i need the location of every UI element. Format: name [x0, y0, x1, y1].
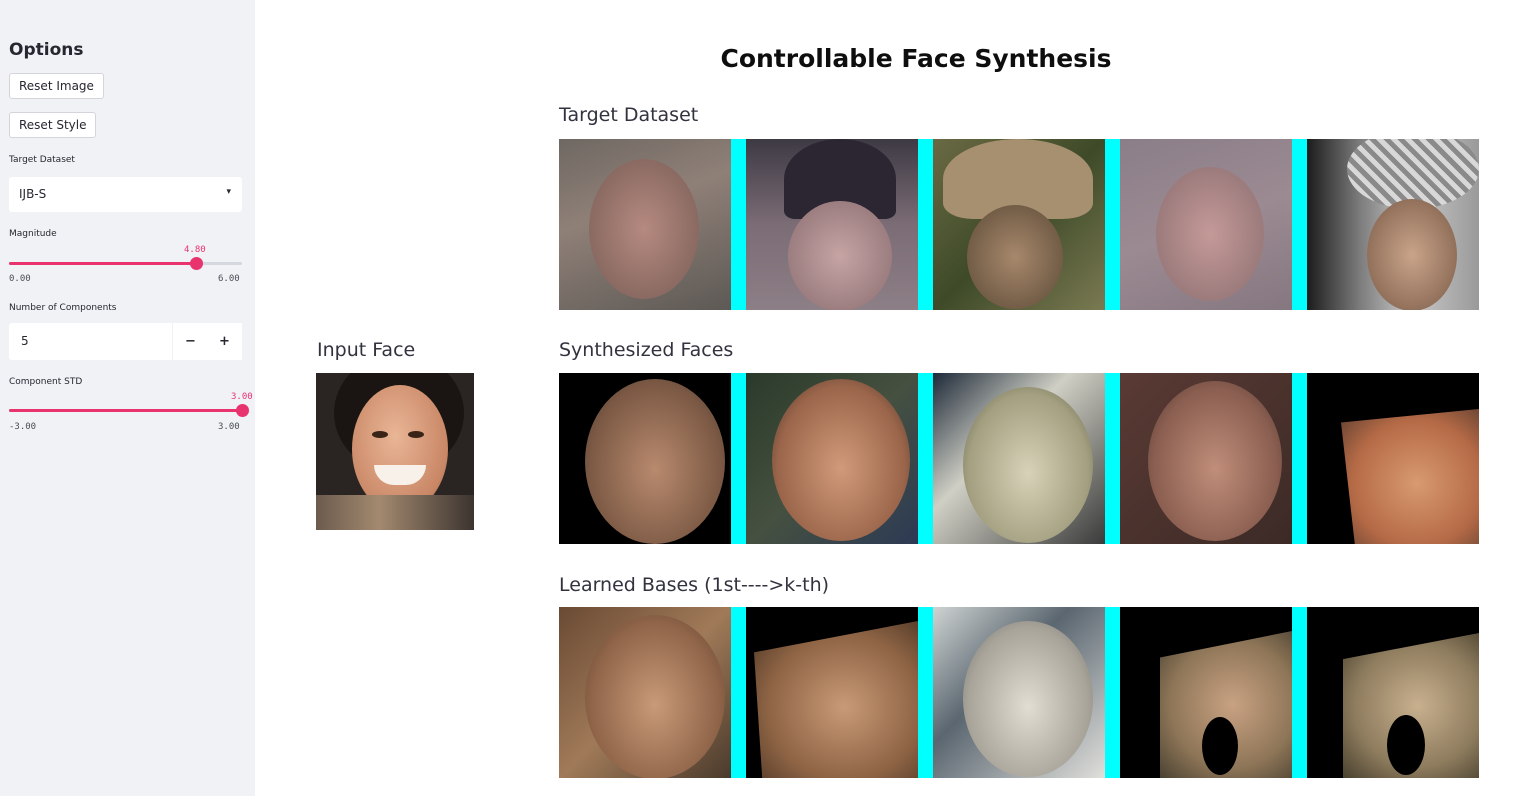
reset-image-button[interactable]: Reset Image — [9, 73, 104, 99]
learned-bases-heading: Learned Bases (1st---->k-th) — [559, 574, 830, 596]
basis-image-2 — [746, 607, 918, 778]
synth-image-1 — [559, 373, 731, 544]
component-std-min: -3.00 — [9, 422, 37, 432]
synth-image-2 — [746, 373, 918, 544]
target-dataset-value: IJB-S — [19, 187, 47, 201]
separator — [918, 139, 933, 310]
magnitude-value: 4.80 — [184, 245, 206, 255]
synthesized-faces-strip — [559, 373, 1482, 544]
input-face-label: Input Face — [317, 339, 416, 361]
magnitude-label: Magnitude — [9, 229, 57, 239]
synth-image-4 — [1120, 373, 1292, 544]
chevron-down-icon: ▾ — [226, 187, 231, 197]
num-components-stepper: 5 − + — [9, 323, 242, 360]
basis-image-4 — [1120, 607, 1292, 778]
separator — [1292, 607, 1307, 778]
separator — [731, 607, 746, 778]
target-dataset-strip — [559, 139, 1482, 310]
sidebar-title: Options — [9, 40, 84, 60]
magnitude-min: 0.00 — [9, 274, 31, 284]
magnitude-slider-thumb[interactable] — [190, 257, 203, 270]
decrement-button[interactable]: − — [173, 323, 208, 360]
sidebar: Options Reset Image Reset Style Target D… — [0, 0, 255, 796]
input-face-image — [316, 373, 474, 530]
learned-bases-strip — [559, 607, 1482, 778]
num-components-value: 5 — [21, 334, 29, 348]
num-components-label: Number of Components — [9, 303, 117, 313]
target-image-1 — [559, 139, 731, 310]
synthesized-faces-heading: Synthesized Faces — [559, 339, 734, 361]
target-dataset-label: Target Dataset — [9, 155, 75, 165]
component-std-slider-thumb[interactable] — [236, 404, 249, 417]
separator — [918, 373, 933, 544]
separator — [1105, 373, 1120, 544]
target-dataset-select[interactable]: IJB-S ▾ — [9, 177, 242, 212]
component-std-max: 3.00 — [218, 422, 240, 432]
page-title: Controllable Face Synthesis — [720, 44, 1112, 73]
separator — [731, 139, 746, 310]
basis-image-1 — [559, 607, 731, 778]
magnitude-slider[interactable] — [9, 257, 242, 270]
magnitude-slider-fill — [9, 262, 196, 265]
synth-image-3 — [933, 373, 1105, 544]
num-components-input[interactable]: 5 — [9, 323, 172, 360]
target-image-5 — [1307, 139, 1479, 310]
synth-image-5 — [1307, 373, 1479, 544]
component-std-slider-fill — [9, 409, 242, 412]
separator — [918, 607, 933, 778]
component-std-value: 3.00 — [231, 392, 253, 402]
separator — [1105, 607, 1120, 778]
component-std-slider[interactable] — [9, 404, 249, 417]
target-dataset-heading: Target Dataset — [559, 104, 699, 126]
separator — [1105, 139, 1120, 310]
target-image-4 — [1120, 139, 1292, 310]
increment-button[interactable]: + — [207, 323, 242, 360]
component-std-label: Component STD — [9, 377, 83, 387]
separator — [731, 373, 746, 544]
separator — [1292, 139, 1307, 310]
basis-image-3 — [933, 607, 1105, 778]
basis-image-5 — [1307, 607, 1479, 778]
target-image-3 — [933, 139, 1105, 310]
separator — [1292, 373, 1307, 544]
magnitude-max: 6.00 — [218, 274, 240, 284]
target-image-2 — [746, 139, 918, 310]
reset-style-button[interactable]: Reset Style — [9, 112, 97, 138]
